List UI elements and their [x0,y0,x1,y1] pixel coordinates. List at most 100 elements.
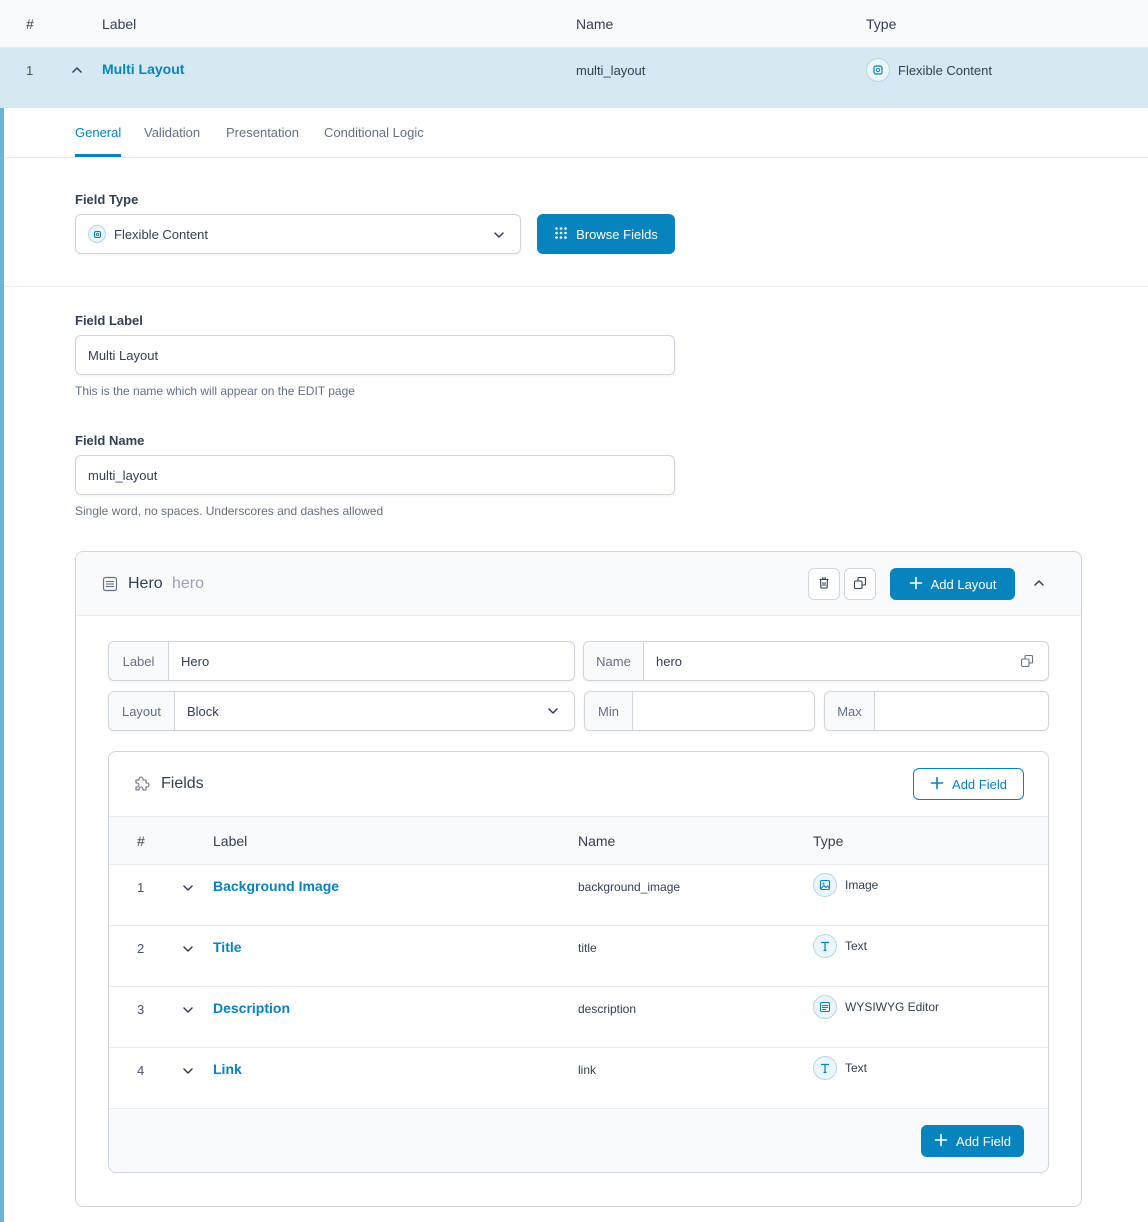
fields-header-type: Type [813,833,844,849]
field-row-selected[interactable]: 1 Multi Layout multi_layout Flexible Con… [0,48,1148,108]
row-type: Text [813,934,867,958]
add-field-label: Add Field [956,1133,1011,1149]
row-name: description [578,1002,637,1016]
field-label-heading: Field Label [75,313,143,328]
layout-min-group[interactable]: Min [584,691,815,731]
layout-min-input[interactable] [633,692,814,730]
row-num: 2 [137,941,145,956]
text-icon [813,934,837,958]
layout-title: Hero [128,575,163,592]
fields-footer: Add Field [109,1109,1048,1172]
tab-validation[interactable]: Validation [144,125,200,140]
row-num: 4 [137,1063,145,1078]
duplicate-icon [853,576,867,593]
row-name: background_image [578,880,681,894]
add-layout-button[interactable]: Add Layout [890,568,1015,600]
layout-label-input[interactable]: Hero [169,642,574,680]
plus-icon [909,576,923,593]
table-row[interactable]: 2 Title title Text [109,926,1048,987]
trash-icon [817,576,831,593]
chevron-down-icon [492,228,506,245]
row-label-link[interactable]: Title [213,939,242,955]
collapse-layout-chevron-up-icon[interactable] [1032,576,1046,593]
field-type-heading: Field Type [75,192,139,207]
chevron-down-icon[interactable] [181,1064,195,1081]
fields-header-num: # [137,833,145,849]
layout-type-prefix: Layout [109,692,175,730]
row-label-link[interactable]: Description [213,1000,290,1016]
header-label: Label [102,16,137,32]
header-type: Type [866,16,897,32]
tab-general[interactable]: General [75,125,122,157]
layout-name-prefix: Name [584,642,644,680]
row-label-link[interactable]: Background Image [213,878,339,894]
field-type: Flexible Content [866,58,992,82]
row-type-label: Text [845,1061,868,1075]
field-type-select[interactable]: Flexible Content [75,214,521,254]
grid-dots-icon [554,226,568,243]
layout-slug: hero [172,575,205,592]
field-settings-panel: General Validation Presentation Conditio… [0,108,1148,1222]
chevron-up-icon[interactable] [70,63,84,80]
add-field-button-bottom[interactable]: Add Field [921,1125,1024,1157]
field-name-input[interactable]: multi_layout [75,455,675,495]
plus-icon [934,1133,948,1150]
table-row[interactable]: 4 Link link Text [109,1048,1048,1109]
delete-layout-button[interactable] [808,568,840,600]
tab-conditional-logic[interactable]: Conditional Logic [324,125,424,140]
layout-block-icon [102,576,118,595]
row-type-label: Text [845,939,868,953]
fields-header-name: Name [578,833,616,849]
layout-name-group[interactable]: Name hero [583,641,1049,681]
table-row[interactable]: 3 Description description WYSIWYG Editor [109,987,1048,1048]
row-num: 1 [137,880,145,895]
layout-type-group[interactable]: Layout Block [108,691,575,731]
copy-icon[interactable] [1020,654,1034,671]
chevron-down-icon[interactable] [181,942,195,959]
layout-fields-panel: Fields Add Field # Label Name Type 1 Bac… [108,751,1049,1173]
duplicate-layout-button[interactable] [844,568,876,600]
layout-header: Hero hero Add Layout [76,552,1081,616]
puzzle-icon [133,776,151,797]
layout-label-group[interactable]: Label Hero [108,641,575,681]
field-label-input[interactable]: Multi Layout [75,335,675,375]
layout-max-prefix: Max [825,692,875,730]
row-label-link[interactable]: Link [213,1061,242,1077]
layout-min-prefix: Min [585,692,633,730]
add-field-label: Add Field [952,776,1007,792]
layout-max-input[interactable] [875,692,1048,730]
field-name-help: Single word, no spaces. Underscores and … [75,504,384,518]
layout-label-prefix: Label [109,642,169,680]
field-name-heading: Field Name [75,433,145,448]
tab-presentation[interactable]: Presentation [226,125,299,140]
row-name: link [578,1063,597,1077]
wysiwyg-icon [813,995,837,1019]
image-icon [813,873,837,897]
layout-max-group[interactable]: Max [824,691,1049,731]
field-type-value: Flexible Content [114,226,208,242]
layout-panel: Hero hero Add Layout Label Hero Name her… [75,551,1082,1207]
field-type-label: Flexible Content [898,62,992,78]
section-divider [4,286,1148,287]
row-name: title [578,941,597,955]
fields-header-label: Label [213,833,248,849]
fields-title: Fields [161,775,204,792]
field-name-value: multi_layout [576,63,646,78]
chevron-down-icon[interactable] [181,881,195,898]
layout-name-input[interactable]: hero [644,642,1048,680]
field-label-link[interactable]: Multi Layout [102,61,184,77]
field-label-help: This is the name which will appear on th… [75,384,355,398]
table-row[interactable]: 1 Background Image background_image Imag… [109,865,1048,926]
fields-table-header: # Label Name Type [109,816,1048,865]
row-num: 3 [137,1002,145,1017]
chevron-down-icon [546,704,560,721]
settings-tabs: General Validation Presentation Conditio… [4,108,1148,158]
add-field-button-top[interactable]: Add Field [913,768,1024,800]
text-icon [813,1056,837,1080]
row-type-label: Image [845,878,879,892]
chevron-down-icon[interactable] [181,1003,195,1020]
browse-fields-button[interactable]: Browse Fields [537,214,675,254]
layout-type-select[interactable]: Block [175,692,574,730]
row-type: Text [813,1056,867,1080]
header-num: # [26,16,34,32]
